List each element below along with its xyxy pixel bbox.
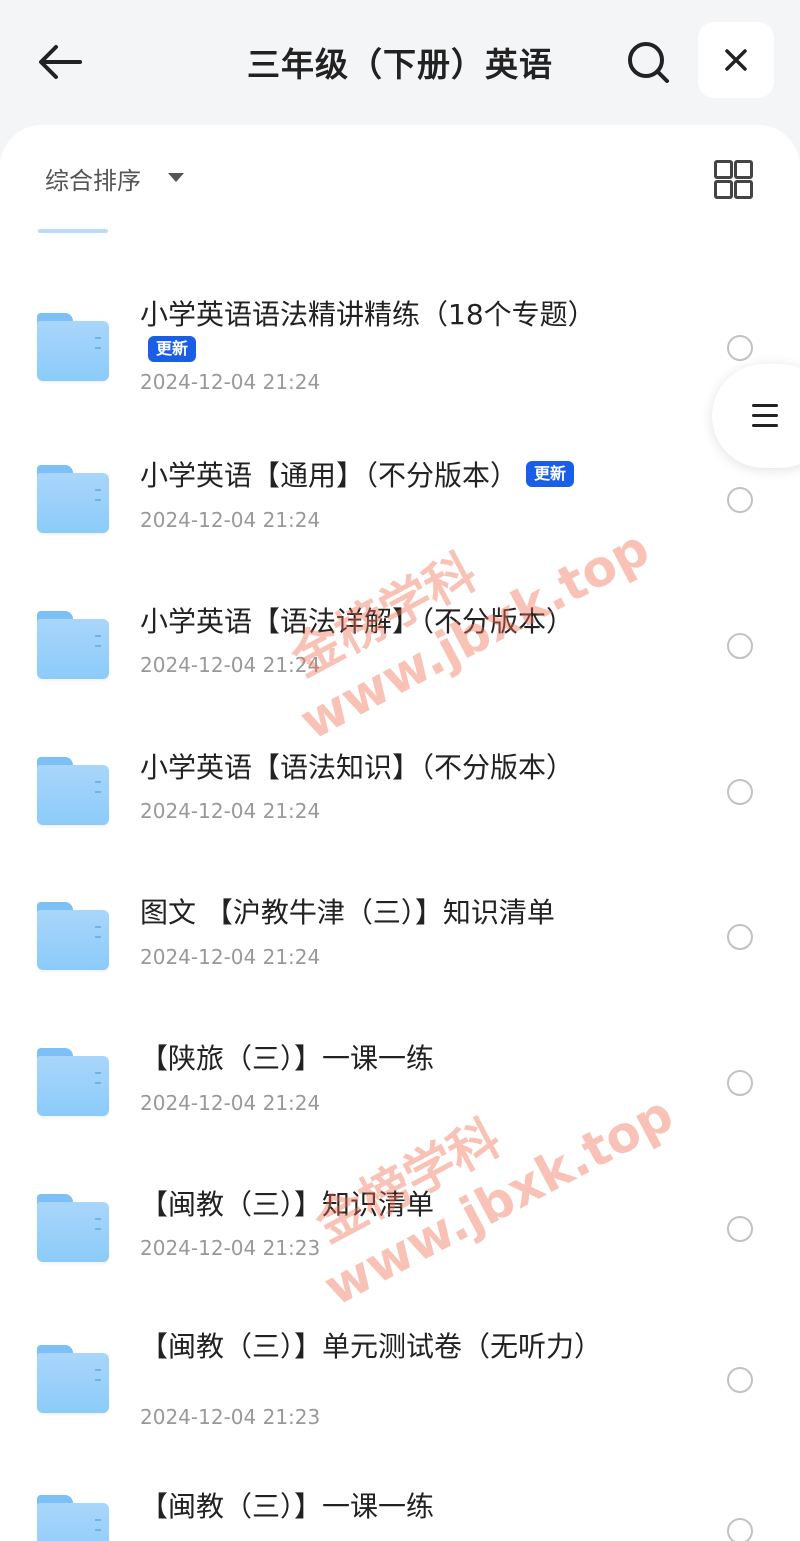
- file-list-panel: 小学英语语法精讲精练（18个专题） 更新 2024-12-04 21:24 小学英语【…: [0, 125, 800, 1541]
- select-radio[interactable]: [727, 924, 753, 950]
- caret-down-icon[interactable]: [168, 173, 184, 182]
- folder-icon: [37, 902, 109, 970]
- update-badge: 更新: [526, 461, 575, 487]
- file-date: 2024-12-04 21:24: [140, 1091, 321, 1115]
- page-title: 三年级（下册）英语: [247, 45, 553, 84]
- sort-dropdown[interactable]: 综合排序: [45, 161, 141, 196]
- file-name-text: 小学英语【通用】（不分版本）: [140, 459, 519, 492]
- folder-icon: [37, 757, 109, 825]
- grid-view-icon[interactable]: [712, 158, 753, 199]
- file-name: 【闽教（三）】知识清单: [140, 1187, 630, 1223]
- search-icon: [628, 42, 669, 83]
- folder-icon: [37, 313, 109, 381]
- file-name-text: 小学英语【语法知识】（不分版本）: [140, 751, 575, 784]
- file-date: 2024-12-04 21:23: [140, 1236, 321, 1260]
- file-name-text: 图文 【沪教牛津（三）】知识清单: [140, 896, 555, 929]
- select-radio[interactable]: [727, 1518, 753, 1541]
- file-date: 2024-12-04 21:23: [140, 1405, 321, 1429]
- close-icon: [725, 49, 747, 71]
- file-name-text: 【闽教（三）】一课一练: [140, 1490, 435, 1523]
- file-date: 2024-12-04 21:24: [140, 653, 321, 677]
- file-date: 2024-12-04 21:24: [140, 945, 321, 969]
- file-name: 小学英语【语法详解】（不分版本）: [140, 604, 630, 640]
- file-name-text: 小学英语语法精讲精练（18个专题）: [140, 298, 596, 331]
- sort-bar: 综合排序: [0, 125, 800, 225]
- folder-icon: [37, 1495, 109, 1541]
- select-radio[interactable]: [727, 335, 753, 361]
- file-name-text: 【陕旅（三）】一课一练: [140, 1042, 435, 1075]
- select-radio[interactable]: [727, 633, 753, 659]
- file-name: 【陕旅（三）】一课一练: [140, 1041, 630, 1077]
- select-radio[interactable]: [727, 1367, 753, 1393]
- partial-folder-peek: [38, 229, 108, 233]
- file-name: 小学英语语法精讲精练（18个专题） 更新: [140, 297, 630, 369]
- file-name: 小学英语【语法知识】（不分版本）: [140, 750, 630, 786]
- select-radio[interactable]: [727, 779, 753, 805]
- file-date: 2024-12-04 21:24: [140, 799, 321, 823]
- file-date: 2024-12-04 21:24: [140, 370, 321, 394]
- folder-icon: [37, 1194, 109, 1262]
- file-name-text: 小学英语【语法详解】（不分版本）: [140, 605, 575, 638]
- file-name: 【闽教（三）】单元测试卷（无听力）: [140, 1329, 630, 1365]
- select-radio[interactable]: [727, 1070, 753, 1096]
- file-list: 小学英语语法精讲精练（18个专题） 更新 2024-12-04 21:24 小学英语【…: [0, 125, 800, 1541]
- top-bar: 三年级（下册）英语: [0, 0, 800, 125]
- file-name: 小学英语【通用】（不分版本） 更新: [140, 458, 630, 494]
- folder-icon: [37, 465, 109, 533]
- file-name: 【闽教（三）】一课一练: [140, 1489, 630, 1525]
- folder-icon: [37, 1345, 109, 1413]
- menu-icon: [752, 404, 778, 407]
- close-button[interactable]: [698, 22, 774, 98]
- file-name-text: 【闽教（三）】单元测试卷（无听力）: [140, 1330, 603, 1363]
- file-date: 2024-12-04 21:24: [140, 508, 321, 532]
- file-name-text: 【闽教（三）】知识清单: [140, 1188, 435, 1221]
- folder-icon: [37, 1048, 109, 1116]
- select-radio[interactable]: [727, 487, 753, 513]
- search-button[interactable]: [618, 32, 678, 92]
- file-name: 图文 【沪教牛津（三）】知识清单: [140, 895, 630, 931]
- folder-icon: [37, 611, 109, 679]
- select-radio[interactable]: [727, 1216, 753, 1242]
- update-badge: 更新: [148, 336, 197, 362]
